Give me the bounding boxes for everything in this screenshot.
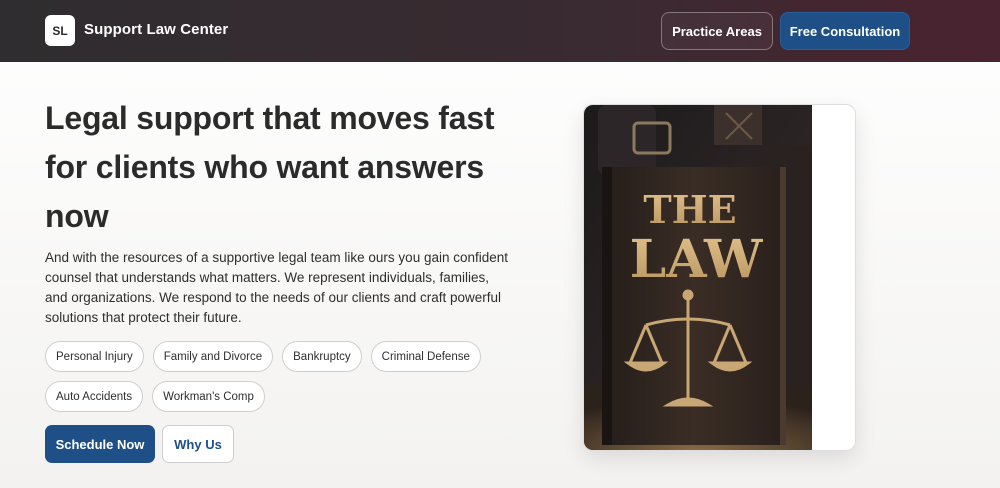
tag-family-and-divorce[interactable]: Family and Divorce [152, 341, 274, 372]
logo-mark[interactable]: SL [45, 15, 75, 46]
tag-criminal-defense[interactable]: Criminal Defense [370, 341, 481, 372]
tag-auto-accidents[interactable]: Auto Accidents [45, 381, 144, 412]
tag-bankruptcy[interactable]: Bankruptcy [282, 341, 362, 372]
site-header: SL Support Law Center Practice Areas Fre… [0, 0, 1000, 62]
hero-headline: Legal support that moves fast for client… [45, 100, 495, 234]
tag-workmans-comp[interactable]: Workman's Comp [152, 381, 265, 412]
hero-image-card: THE LAW [583, 104, 856, 451]
why-us-button[interactable]: Why Us [162, 425, 234, 463]
law-book-photo: THE LAW [584, 105, 812, 450]
tag-personal-injury[interactable]: Personal Injury [45, 341, 144, 372]
practice-tags: Personal Injury Family and Divorce Bankr… [45, 341, 515, 412]
practice-areas-button[interactable]: Practice Areas [661, 12, 773, 50]
schedule-now-button[interactable]: Schedule Now [45, 425, 155, 463]
book-title-the: THE [643, 187, 736, 232]
book-title-law: LAW [630, 229, 764, 290]
brand-name[interactable]: Support Law Center [84, 21, 228, 38]
free-consultation-button[interactable]: Free Consultation [780, 12, 910, 50]
hero-description: And with the resources of a supportive l… [45, 250, 509, 325]
